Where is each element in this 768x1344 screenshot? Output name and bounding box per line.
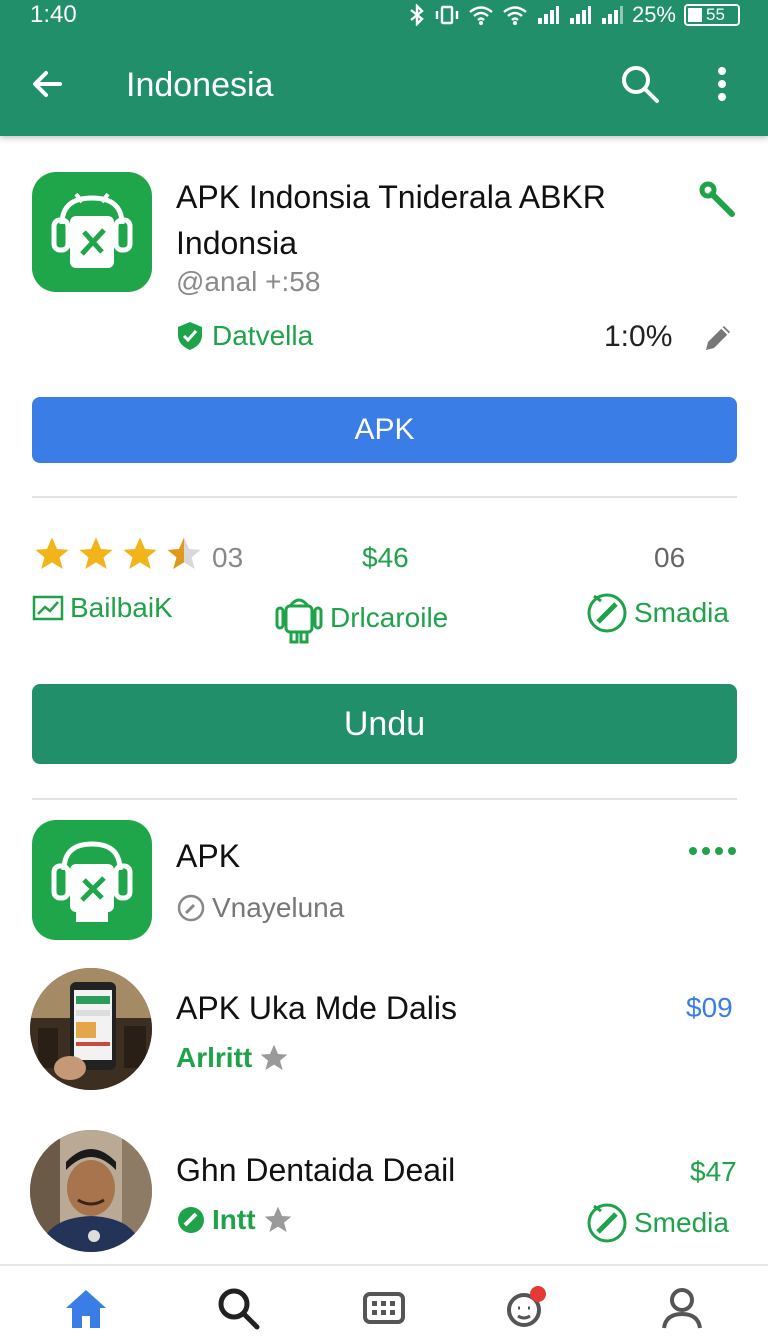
- list-item-title: Ghn Dentaida Deail: [176, 1152, 456, 1188]
- stat-price: $46: [362, 542, 409, 573]
- signal-icon-3: [601, 6, 623, 24]
- profile-icon[interactable]: [658, 1284, 706, 1332]
- wifi-icon-2: [503, 6, 527, 25]
- divider: [32, 496, 737, 498]
- app-icon: [32, 172, 152, 292]
- toolbar: Indonesia: [0, 40, 768, 130]
- rating-value: 03: [212, 542, 244, 573]
- search-icon[interactable]: [214, 1284, 262, 1332]
- android-robot-icon: [51, 841, 133, 922]
- bluetooth-icon: [410, 4, 424, 26]
- signal-icon: [537, 6, 559, 24]
- status-time: 1:40: [30, 1, 77, 28]
- verified-label: Datvella: [212, 320, 314, 351]
- stat-count: 06: [654, 542, 686, 573]
- avatar: [30, 968, 152, 1090]
- list-item-sub: Intt: [176, 1204, 294, 1236]
- star-half-icon: [167, 537, 201, 569]
- battery-percent: 25%: [631, 2, 676, 27]
- rating-stars: [32, 534, 204, 574]
- signal-icon-2: [569, 6, 591, 24]
- stat-media[interactable]: Smadia: [586, 592, 729, 634]
- list-item-price: $09: [686, 992, 733, 1023]
- back-arrow-icon[interactable]: [26, 62, 70, 106]
- chart-icon: [32, 595, 64, 621]
- star-icon: [123, 537, 157, 569]
- vibrate-icon: [435, 5, 459, 25]
- media-icon: [587, 593, 627, 633]
- apk-button[interactable]: APK: [32, 397, 737, 463]
- star-icon: [35, 537, 69, 569]
- more-horiz-icon[interactable]: [688, 844, 738, 858]
- more-vert-icon[interactable]: [700, 62, 744, 106]
- list-item-title: APK Uka Mde Dalis: [176, 990, 457, 1026]
- shield-check-icon: [178, 322, 202, 350]
- android-robot-icon: [51, 192, 133, 268]
- stat-category[interactable]: BailbaiK: [32, 592, 173, 624]
- media-icon: [587, 1203, 627, 1243]
- person-photo: [30, 1130, 152, 1252]
- status-bar: 1:40 25% 55: [0, 0, 768, 30]
- avatar: [30, 1130, 152, 1252]
- star-icon: [79, 537, 113, 569]
- star-icon: [260, 1044, 288, 1070]
- wrench-icon[interactable]: [698, 180, 738, 220]
- compass-icon: [177, 894, 205, 922]
- list-item-title: APK: [176, 838, 241, 874]
- android-icon: [275, 598, 323, 644]
- list-item-badge[interactable]: Smedia: [586, 1202, 729, 1244]
- pencil-icon[interactable]: [700, 320, 736, 356]
- divider: [32, 798, 737, 800]
- app-percent: 1:0%: [604, 320, 673, 353]
- stat-platform[interactable]: Drlcaroile: [274, 592, 448, 644]
- phone-photo: [30, 968, 152, 1090]
- battery-icon: 55: [684, 4, 740, 26]
- check-circle-icon: [178, 1207, 204, 1233]
- status-icons: 25% 55: [408, 0, 740, 30]
- list-item-sub: Arlritt: [176, 1042, 290, 1074]
- bottom-navigation: [0, 1264, 768, 1344]
- notifications-icon[interactable]: [500, 1284, 548, 1332]
- app-developer[interactable]: @anal +:58: [176, 266, 320, 298]
- home-icon[interactable]: [62, 1284, 110, 1332]
- list-item-price: $47: [690, 1156, 737, 1187]
- list-app-icon: [32, 820, 152, 940]
- download-button[interactable]: Undu: [32, 684, 737, 764]
- verified-badge: Datvella: [176, 320, 313, 352]
- star-icon: [264, 1206, 291, 1232]
- apps-grid-icon[interactable]: [360, 1284, 408, 1332]
- app-name: APK Indonsia Tniderala ABKR Indonsia: [176, 179, 606, 261]
- wifi-icon: [469, 6, 493, 25]
- list-item-sub: Vnayeluna: [176, 892, 344, 924]
- page-title: Indonesia: [126, 66, 274, 104]
- search-icon[interactable]: [618, 62, 662, 106]
- app-header: 1:40 25% 55 Indonesia: [0, 0, 768, 136]
